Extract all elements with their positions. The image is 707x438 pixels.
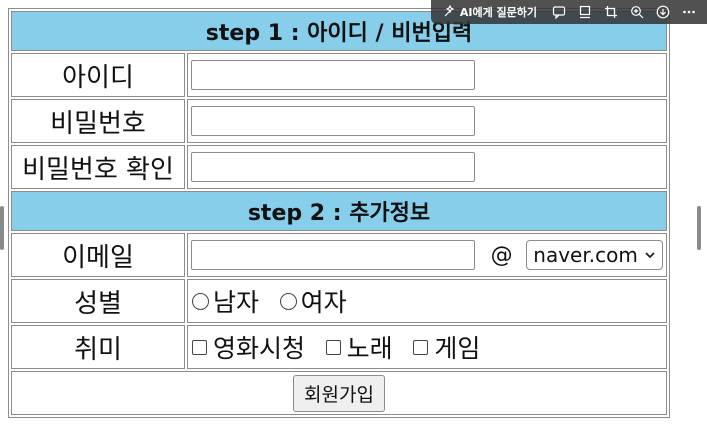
- signup-button[interactable]: 회원가입: [293, 374, 385, 412]
- ask-ai-button[interactable]: AI에게 질문하기: [437, 0, 545, 24]
- zoom-button[interactable]: [625, 0, 649, 24]
- email-domain-select[interactable]: naver.com: [526, 240, 663, 270]
- song-checkbox[interactable]: [325, 339, 341, 355]
- password-confirm-label: 비밀번호 확인: [11, 145, 185, 189]
- female-radio[interactable]: [279, 292, 297, 310]
- hobby-label: 취미: [11, 325, 185, 369]
- crop-icon: [605, 6, 617, 18]
- email-cell: @ naver.com: [187, 233, 667, 277]
- email-label: 이메일: [11, 233, 185, 277]
- gender-label: 성별: [11, 279, 185, 323]
- id-input-cell: [187, 53, 667, 97]
- at-sign: @: [490, 242, 513, 268]
- password-input-cell: [187, 99, 667, 143]
- id-label: 아이디: [11, 53, 185, 97]
- gender-option-male[interactable]: 남자: [191, 283, 259, 319]
- password-confirm-cell: [187, 145, 667, 189]
- signup-form-table: step 1 : 아이디 / 비번입력 아이디 비밀번호 비밀번호 확인 ste…: [8, 8, 670, 418]
- comment-button[interactable]: [547, 0, 571, 24]
- password-confirm-input[interactable]: [191, 152, 475, 182]
- hobby-option-song[interactable]: 노래: [325, 329, 393, 365]
- more-button[interactable]: [677, 0, 701, 24]
- ask-ai-label: AI에게 질문하기: [459, 6, 537, 19]
- submit-cell: 회원가입: [11, 371, 667, 415]
- game-checkbox[interactable]: [413, 339, 429, 355]
- comment-icon: [552, 6, 566, 19]
- male-radio[interactable]: [192, 292, 209, 310]
- chevron-down-icon: [645, 252, 655, 259]
- scrollbar-thumb[interactable]: [697, 206, 701, 250]
- image-toolbar: AI에게 질문하기: [430, 0, 707, 24]
- email-domain-value: naver.com: [533, 243, 638, 267]
- left-resize-handle[interactable]: [0, 206, 4, 250]
- female-label: 여자: [300, 288, 347, 317]
- note-icon: [579, 5, 591, 19]
- hobby-option-game[interactable]: 게임: [412, 329, 480, 365]
- download-button[interactable]: [651, 0, 675, 24]
- movie-label: 영화시청: [213, 334, 306, 363]
- note-button[interactable]: [573, 0, 597, 24]
- hobby-cell: 영화시청 노래 게임: [187, 325, 667, 369]
- hobby-option-movie[interactable]: 영화시청: [191, 329, 305, 365]
- ai-sparkle-icon: [444, 5, 455, 17]
- male-label: 남자: [213, 288, 260, 317]
- zoom-icon: [631, 6, 644, 19]
- password-input[interactable]: [191, 106, 475, 136]
- more-icon: [683, 10, 695, 14]
- download-icon: [656, 5, 670, 19]
- song-label: 노래: [346, 334, 393, 363]
- crop-button[interactable]: [599, 0, 623, 24]
- id-input[interactable]: [191, 60, 475, 90]
- game-label: 게임: [434, 334, 481, 363]
- step2-header: step 2 : 추가정보: [11, 191, 667, 231]
- gender-option-female[interactable]: 여자: [279, 283, 347, 319]
- email-input[interactable]: [191, 240, 475, 270]
- movie-checkbox[interactable]: [192, 339, 207, 355]
- password-label: 비밀번호: [11, 99, 185, 143]
- gender-cell: 남자 여자: [187, 279, 667, 323]
